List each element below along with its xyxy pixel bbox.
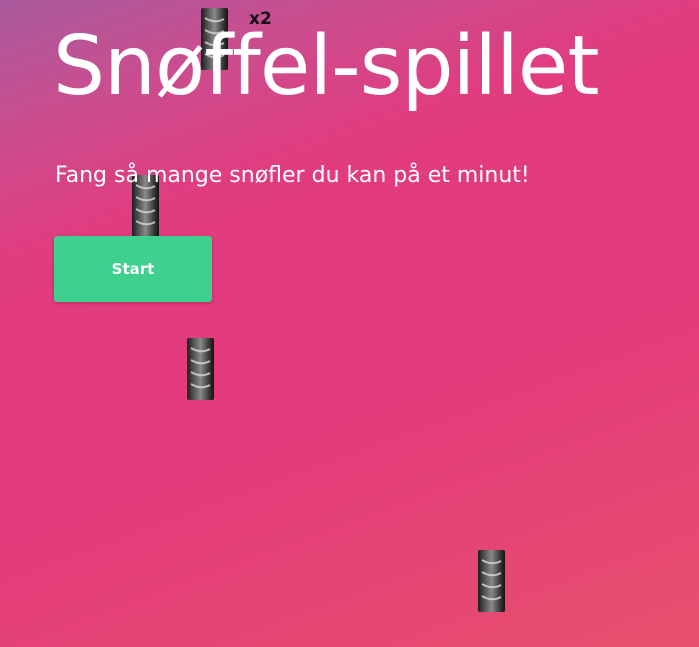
snoffel-sprite-3[interactable] bbox=[187, 338, 214, 400]
game-instructions: Fang så mange snøfler du kan på et minut… bbox=[55, 163, 530, 188]
score-multiplier-label: x2 bbox=[249, 9, 272, 29]
snoffel-icon bbox=[190, 347, 211, 389]
page-title: Snøffel-spillet bbox=[53, 19, 599, 114]
start-button[interactable]: Start bbox=[54, 236, 212, 302]
snoffel-sprite-4[interactable] bbox=[478, 550, 505, 612]
snoffel-icon bbox=[481, 559, 502, 601]
